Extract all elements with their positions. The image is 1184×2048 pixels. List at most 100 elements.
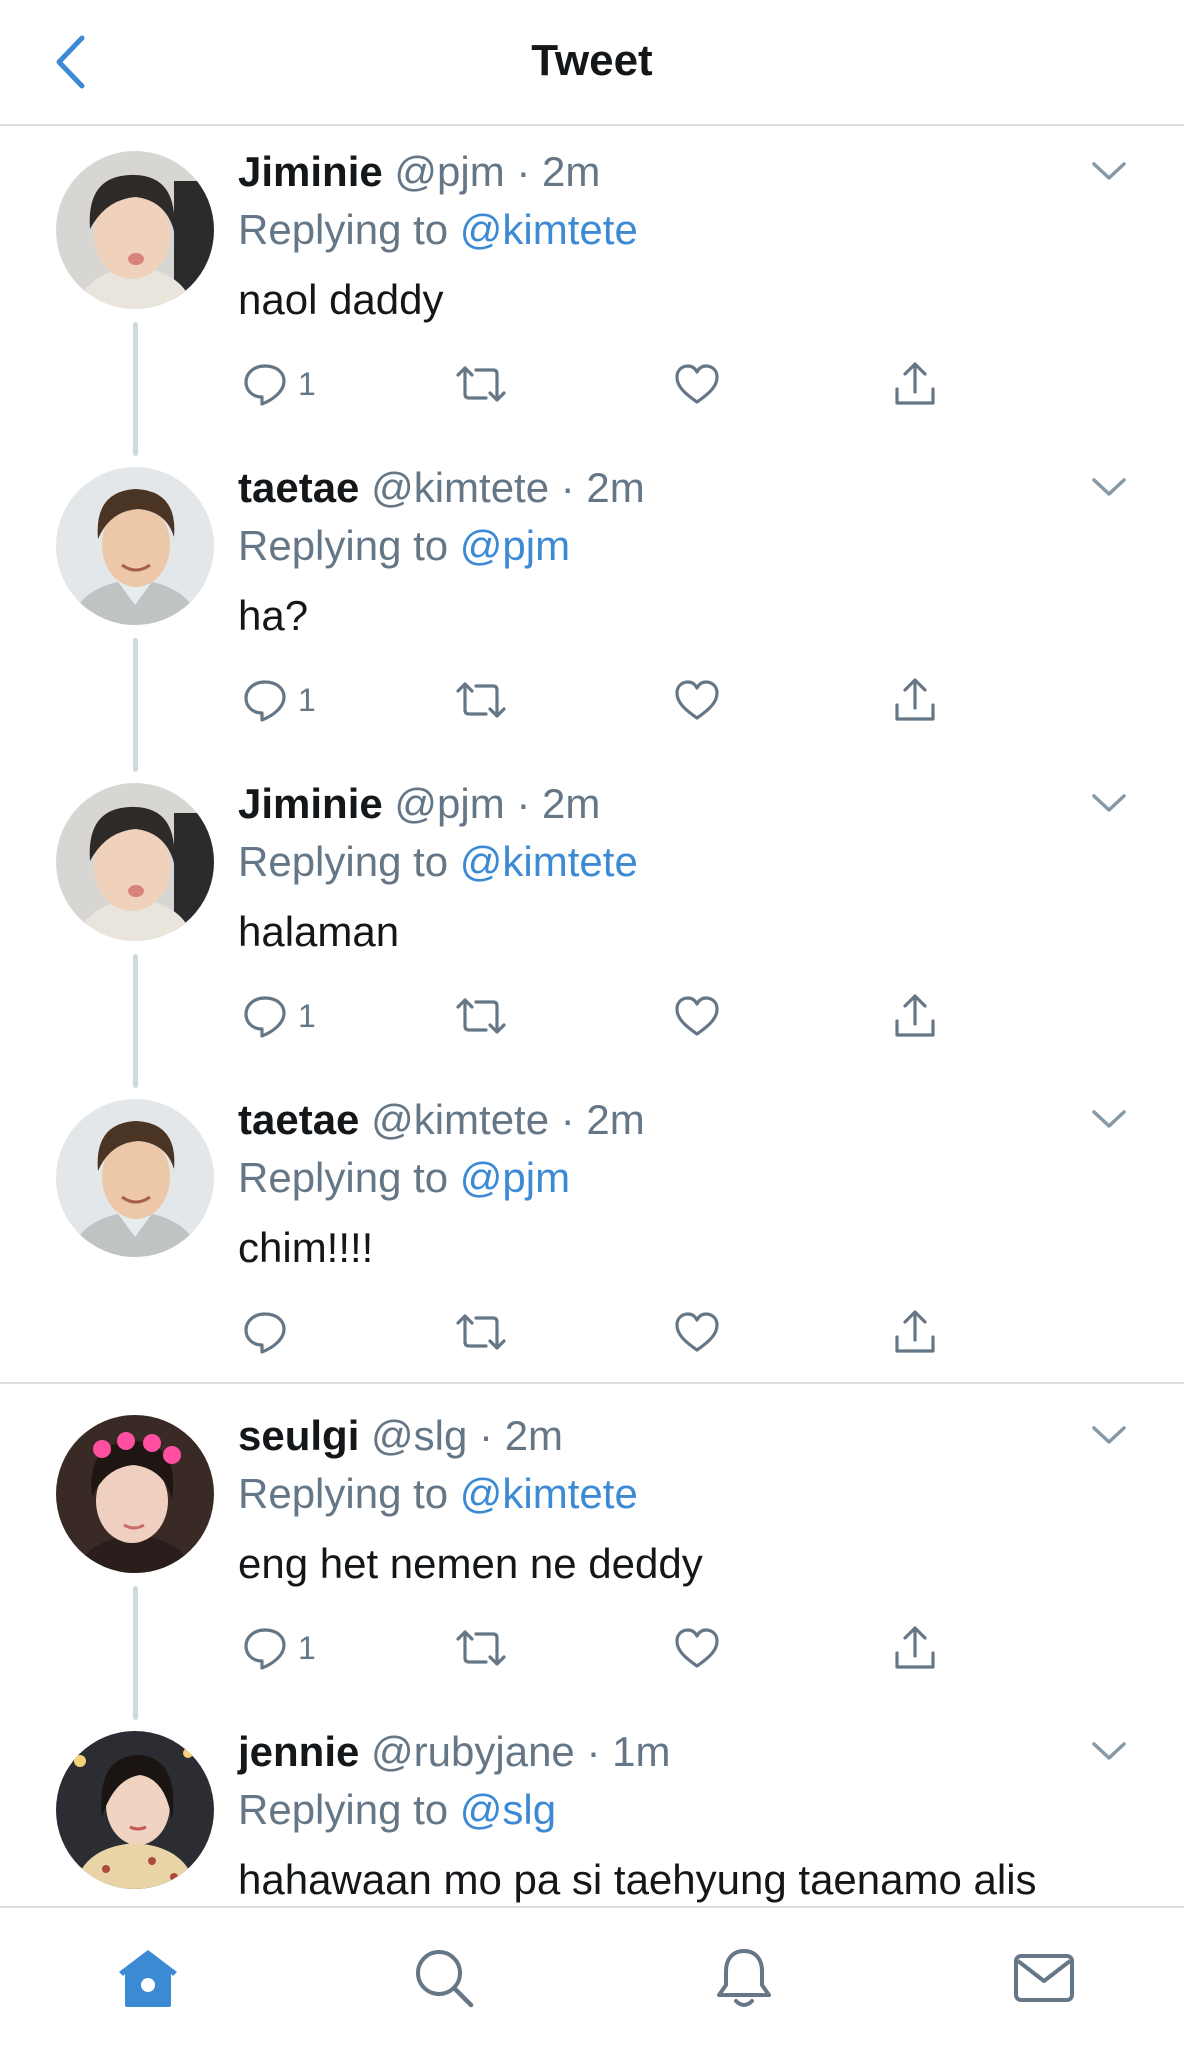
display-name[interactable]: Jiminie (238, 148, 383, 195)
bottom-tab-bar (0, 1906, 1184, 2048)
display-name[interactable]: taetae (238, 464, 359, 511)
tweet-header: Jiminie @pjm · 2m (238, 780, 600, 828)
retweet-icon (456, 682, 506, 718)
share-icon (895, 994, 935, 1037)
chevron-down-icon (1092, 794, 1126, 812)
chevron-down-icon (1092, 162, 1126, 180)
tweet-text: naol daddy (238, 276, 444, 323)
display-name[interactable]: seulgi (238, 1412, 359, 1459)
share-button[interactable] (892, 1302, 938, 1362)
share-button[interactable] (892, 1618, 938, 1678)
retweet-icon (456, 366, 506, 402)
replying-to: Replying to @kimtete (238, 206, 638, 254)
mail-icon (1014, 1954, 1074, 2002)
replying-to-label: Replying to (238, 838, 460, 885)
thread-divider (0, 1382, 1184, 1384)
tweet-actions: 1 (238, 670, 958, 730)
replying-to: Replying to @pjm (238, 1154, 570, 1202)
retweet-button[interactable] (454, 986, 508, 1046)
avatar[interactable] (56, 1731, 214, 1889)
home-icon (119, 1950, 177, 2007)
tweet-header: taetae @kimtete · 2m (238, 1096, 645, 1144)
share-button[interactable] (892, 354, 938, 414)
retweet-button[interactable] (454, 1302, 508, 1362)
mention-link[interactable]: @kimtete (460, 838, 638, 885)
mention-link[interactable]: @pjm (460, 522, 570, 569)
tweet-menu-button[interactable] (1088, 1418, 1130, 1452)
tab-messages[interactable] (1004, 1938, 1084, 2018)
tweet[interactable]: Jiminie @pjm · 2m Replying to @kimtete h… (0, 760, 1184, 1088)
display-name[interactable]: jennie (238, 1728, 359, 1775)
tweet[interactable]: Jiminie @pjm · 2m Replying to @kimtete n… (0, 128, 1184, 456)
thread-line (133, 954, 138, 1088)
mention-link[interactable]: @pjm (460, 1154, 570, 1201)
display-name[interactable]: taetae (238, 1096, 359, 1143)
tweet-menu-button[interactable] (1088, 786, 1130, 820)
tweet-menu-button[interactable] (1088, 154, 1130, 188)
like-button[interactable] (674, 1618, 720, 1678)
reply-thread: Jiminie @pjm · 2m Replying to @kimtete n… (0, 128, 1184, 1908)
reply-button[interactable]: 1 (242, 670, 316, 730)
search-icon (416, 1950, 474, 2008)
mention-link[interactable]: @kimtete (460, 1470, 638, 1517)
like-button[interactable] (674, 670, 720, 730)
speech-bubble-icon (244, 1628, 286, 1670)
tweet-actions: 1 (238, 354, 958, 414)
avatar[interactable] (56, 151, 214, 309)
avatar[interactable] (56, 1415, 214, 1573)
handle-and-time: @kimtete · 2m (371, 1096, 645, 1143)
mention-link[interactable]: @slg (460, 1786, 556, 1833)
tweet[interactable]: jennie @rubyjane · 1m Replying to @slg h… (0, 1708, 1184, 1908)
reply-count: 1 (298, 997, 316, 1034)
speech-bubble-icon (244, 680, 286, 722)
heart-icon (675, 996, 719, 1036)
share-button[interactable] (892, 670, 938, 730)
chevron-down-icon (1092, 1742, 1126, 1760)
tweet[interactable]: taetae @kimtete · 2m Replying to @pjm ch… (0, 1076, 1184, 1392)
thread-line (133, 322, 138, 456)
display-name[interactable]: Jiminie (238, 780, 383, 827)
replying-to-label: Replying to (238, 1154, 460, 1201)
tweet[interactable]: seulgi @slg · 2m Replying to @kimtete en… (0, 1392, 1184, 1720)
like-button[interactable] (674, 354, 720, 414)
reply-button[interactable]: 1 (242, 986, 316, 1046)
retweet-button[interactable] (454, 354, 508, 414)
tweet-text: halaman (238, 908, 400, 955)
tweet-menu-button[interactable] (1088, 1102, 1130, 1136)
like-button[interactable] (674, 1302, 720, 1362)
tweet[interactable]: taetae @kimtete · 2m Replying to @pjm ha… (0, 444, 1184, 772)
tweet-menu-button[interactable] (1088, 470, 1130, 504)
speech-bubble-icon (244, 1312, 286, 1354)
tweet-menu-button[interactable] (1088, 1734, 1130, 1768)
thread-line (133, 638, 138, 772)
mention-link[interactable]: @kimtete (460, 206, 638, 253)
handle-and-time: @kimtete · 2m (371, 464, 645, 511)
heart-icon (675, 1312, 719, 1352)
speech-bubble-icon (244, 996, 286, 1038)
retweet-icon (456, 1630, 506, 1666)
retweet-button[interactable] (454, 670, 508, 730)
tab-home[interactable] (108, 1938, 188, 2018)
retweet-button[interactable] (454, 1618, 508, 1678)
reply-count: 1 (298, 681, 316, 718)
reply-button[interactable] (242, 1302, 298, 1362)
replying-to-label: Replying to (238, 522, 460, 569)
tweet-header: Jiminie @pjm · 2m (238, 148, 600, 196)
reply-button[interactable]: 1 (242, 354, 316, 414)
share-button[interactable] (892, 986, 938, 1046)
tab-notifications[interactable] (704, 1938, 784, 2018)
avatar[interactable] (56, 1099, 214, 1257)
tweet-text: hahawaan mo pa si taehyung taenamo alis (238, 1856, 1037, 1903)
share-icon (895, 362, 935, 405)
avatar[interactable] (56, 467, 214, 625)
speech-bubble-icon (244, 364, 286, 406)
handle-and-time: @rubyjane · 1m (371, 1728, 671, 1775)
replying-to-label: Replying to (238, 1786, 460, 1833)
tab-search[interactable] (404, 1938, 484, 2018)
reply-button[interactable]: 1 (242, 1618, 316, 1678)
avatar[interactable] (56, 783, 214, 941)
handle-and-time: @pjm · 2m (394, 148, 601, 195)
replying-to-label: Replying to (238, 206, 460, 253)
heart-icon (675, 364, 719, 404)
like-button[interactable] (674, 986, 720, 1046)
